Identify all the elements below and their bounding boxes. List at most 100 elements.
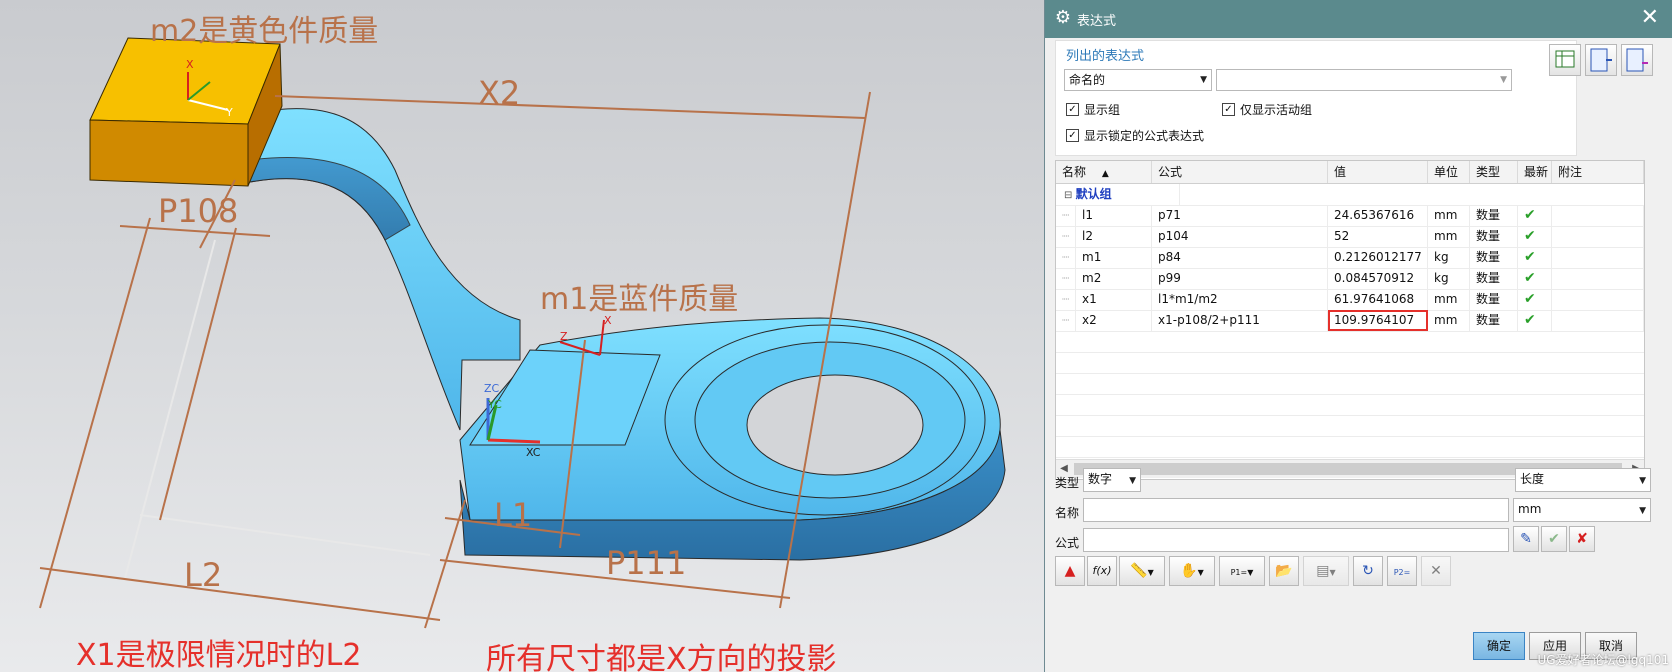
cell-unit: mm: [1428, 310, 1470, 331]
tree-connector: ┈: [1062, 226, 1076, 247]
axis-y-label: Y: [226, 106, 233, 119]
group-name: 默认组: [1075, 187, 1112, 201]
cell-unit: mm: [1428, 226, 1470, 247]
col-name[interactable]: 名称 ▲: [1056, 161, 1152, 183]
dialog-title: 表达式: [1077, 14, 1117, 29]
ghost-line: [124, 239, 216, 579]
refresh-icon: ↻: [1362, 563, 1374, 579]
m2-annotation: m2是黄色件质量: [150, 14, 379, 49]
empty-row: [1056, 373, 1644, 395]
show-locked-checkbox[interactable]: ✓ 显示锁定的公式表达式: [1066, 127, 1204, 144]
col-type[interactable]: 类型: [1470, 161, 1518, 183]
name-label: 名称: [1055, 506, 1080, 520]
accept-edit-button[interactable]: ✔: [1541, 526, 1567, 552]
dialog-titlebar[interactable]: ⚙ 表达式 ✕: [1045, 0, 1672, 38]
folder-icon: 📂: [1275, 563, 1293, 579]
dimension-select[interactable]: 长度 ▼: [1515, 468, 1651, 492]
open-folder-button[interactable]: 📂: [1269, 556, 1299, 586]
dim-x2-label: X2: [478, 74, 521, 112]
p1p2-import-icon: [1590, 48, 1612, 72]
p1p2-export-icon: [1626, 48, 1648, 72]
axis-xc-label: XC: [526, 446, 541, 459]
table-row[interactable]: ┈ m2 p99 0.084570912 kg 数量 ✔: [1056, 268, 1644, 290]
cell-name: x1: [1076, 289, 1152, 310]
filter-select[interactable]: 命名的 ▼: [1064, 69, 1212, 91]
type-select[interactable]: 数字 ▼: [1083, 468, 1141, 492]
col-unit[interactable]: 单位: [1428, 161, 1470, 183]
chevron-down-icon: ▼: [1147, 568, 1154, 577]
yellow-block-top: [89, 37, 281, 125]
cell-value: 0.2126012177: [1328, 247, 1428, 268]
import-expressions-button[interactable]: [1585, 44, 1617, 76]
cell-formula: p71: [1152, 205, 1328, 226]
cell-type: 数量: [1470, 247, 1518, 268]
cell-formula: x1-p108/2+p111: [1152, 310, 1328, 331]
col-name-label: 名称: [1062, 165, 1087, 179]
collapse-toolbar-button[interactable]: ▲: [1055, 556, 1085, 586]
tree-connector: ┈: [1062, 268, 1076, 289]
show-locked-label: 显示锁定的公式表达式: [1084, 129, 1205, 143]
p1p2-button[interactable]: P2=: [1387, 556, 1417, 586]
function-button[interactable]: f(x): [1087, 556, 1117, 586]
formula-label: 公式: [1055, 536, 1080, 550]
cell-unit: kg: [1428, 268, 1470, 289]
unit-select-value: mm: [1518, 502, 1542, 516]
gear-icon: ⚙: [1054, 7, 1072, 28]
active-only-checkbox[interactable]: ✓ 仅显示活动组: [1222, 101, 1312, 118]
cell-unit: kg: [1428, 247, 1470, 268]
group-cell: ⊟ 默认组: [1060, 184, 1180, 205]
cell-formula: l1*m1/m2: [1152, 289, 1328, 310]
refresh-button[interactable]: ↻: [1353, 556, 1383, 586]
col-comment[interactable]: 附注: [1552, 161, 1644, 183]
filter-value-field[interactable]: ▼: [1216, 69, 1512, 91]
reject-edit-button[interactable]: ✘: [1569, 526, 1595, 552]
chevron-down-icon: ▼: [1247, 568, 1254, 577]
tree-connector: ┈: [1062, 310, 1076, 331]
delete-button[interactable]: ✕: [1421, 556, 1451, 586]
ghost-line: [139, 514, 431, 556]
watermark: UG爱好者论坛@lgq101: [1537, 653, 1669, 667]
chevron-down-icon: ▼: [1639, 476, 1646, 486]
cad-viewport[interactable]: m2是黄色件质量 m1是蓝件质量 X1是极限情况时的L2 所有尺寸都是X方向的投…: [0, 0, 1044, 672]
group-row[interactable]: ⊟ 默认组: [1056, 184, 1644, 206]
list-button[interactable]: ▤▼: [1303, 556, 1349, 586]
hole: [746, 374, 924, 476]
cell-value: 61.97641068: [1328, 289, 1428, 310]
x2-dim-line: [274, 95, 866, 119]
cell-comment: [1552, 310, 1644, 331]
export-expressions-button[interactable]: [1621, 44, 1653, 76]
close-icon[interactable]: ✕: [1641, 6, 1659, 30]
reference-button[interactable]: ✋▼: [1169, 556, 1215, 586]
table-row[interactable]: ┈ l2 p104 52 mm 数量 ✔: [1056, 226, 1644, 248]
up-to-date-check-icon: ✔: [1518, 247, 1552, 268]
col-latest[interactable]: 最新: [1518, 161, 1552, 183]
collapse-icon[interactable]: ⊟: [1064, 190, 1076, 201]
table-row[interactable]: ┈ m1 p84 0.2126012177 kg 数量 ✔: [1056, 247, 1644, 269]
measure-button[interactable]: 📏▼: [1119, 556, 1165, 586]
cell-value: 24.65367616: [1328, 205, 1428, 226]
cell-comment: [1552, 289, 1644, 310]
table-row[interactable]: ┈ x1 l1*m1/m2 61.97641068 mm 数量 ✔: [1056, 289, 1644, 311]
axis-yc-label: YC: [488, 398, 502, 411]
tree-connector: ┈: [1062, 247, 1076, 268]
up-to-date-check-icon: ✔: [1518, 205, 1552, 226]
table-row[interactable]: ┈ l1 p71 24.65367616 mm 数量 ✔: [1056, 205, 1644, 227]
cell-comment: [1552, 247, 1644, 268]
table-row[interactable]: ┈ x2 x1-p108/2+p111 109.9764107 mm 数量 ✔: [1056, 310, 1644, 332]
ok-button[interactable]: 确定: [1473, 632, 1525, 660]
expressions-dialog: ⚙ 表达式 ✕ 列出的表达式 命名的 ▼ ▼ ✓ 显示组 ✓ 仅显示活动组 ✓ …: [1044, 0, 1672, 672]
edit-formula-button[interactable]: ✎: [1513, 526, 1539, 552]
cell-comment: [1552, 205, 1644, 226]
cell-name: l2: [1076, 226, 1152, 247]
spreadsheet-edit-button[interactable]: [1549, 44, 1581, 76]
col-value[interactable]: 值: [1328, 161, 1428, 183]
col-formula[interactable]: 公式: [1152, 161, 1328, 183]
cell-type: 数量: [1470, 268, 1518, 289]
unit-select[interactable]: mm ▼: [1513, 498, 1651, 522]
show-groups-checkbox[interactable]: ✓ 显示组: [1066, 101, 1120, 118]
up-to-date-check-icon: ✔: [1518, 268, 1552, 289]
formula-input[interactable]: [1083, 528, 1509, 552]
type-select-value: 数字: [1088, 472, 1113, 486]
interpart-button[interactable]: P1=▼: [1219, 556, 1265, 586]
name-input[interactable]: [1083, 498, 1509, 522]
